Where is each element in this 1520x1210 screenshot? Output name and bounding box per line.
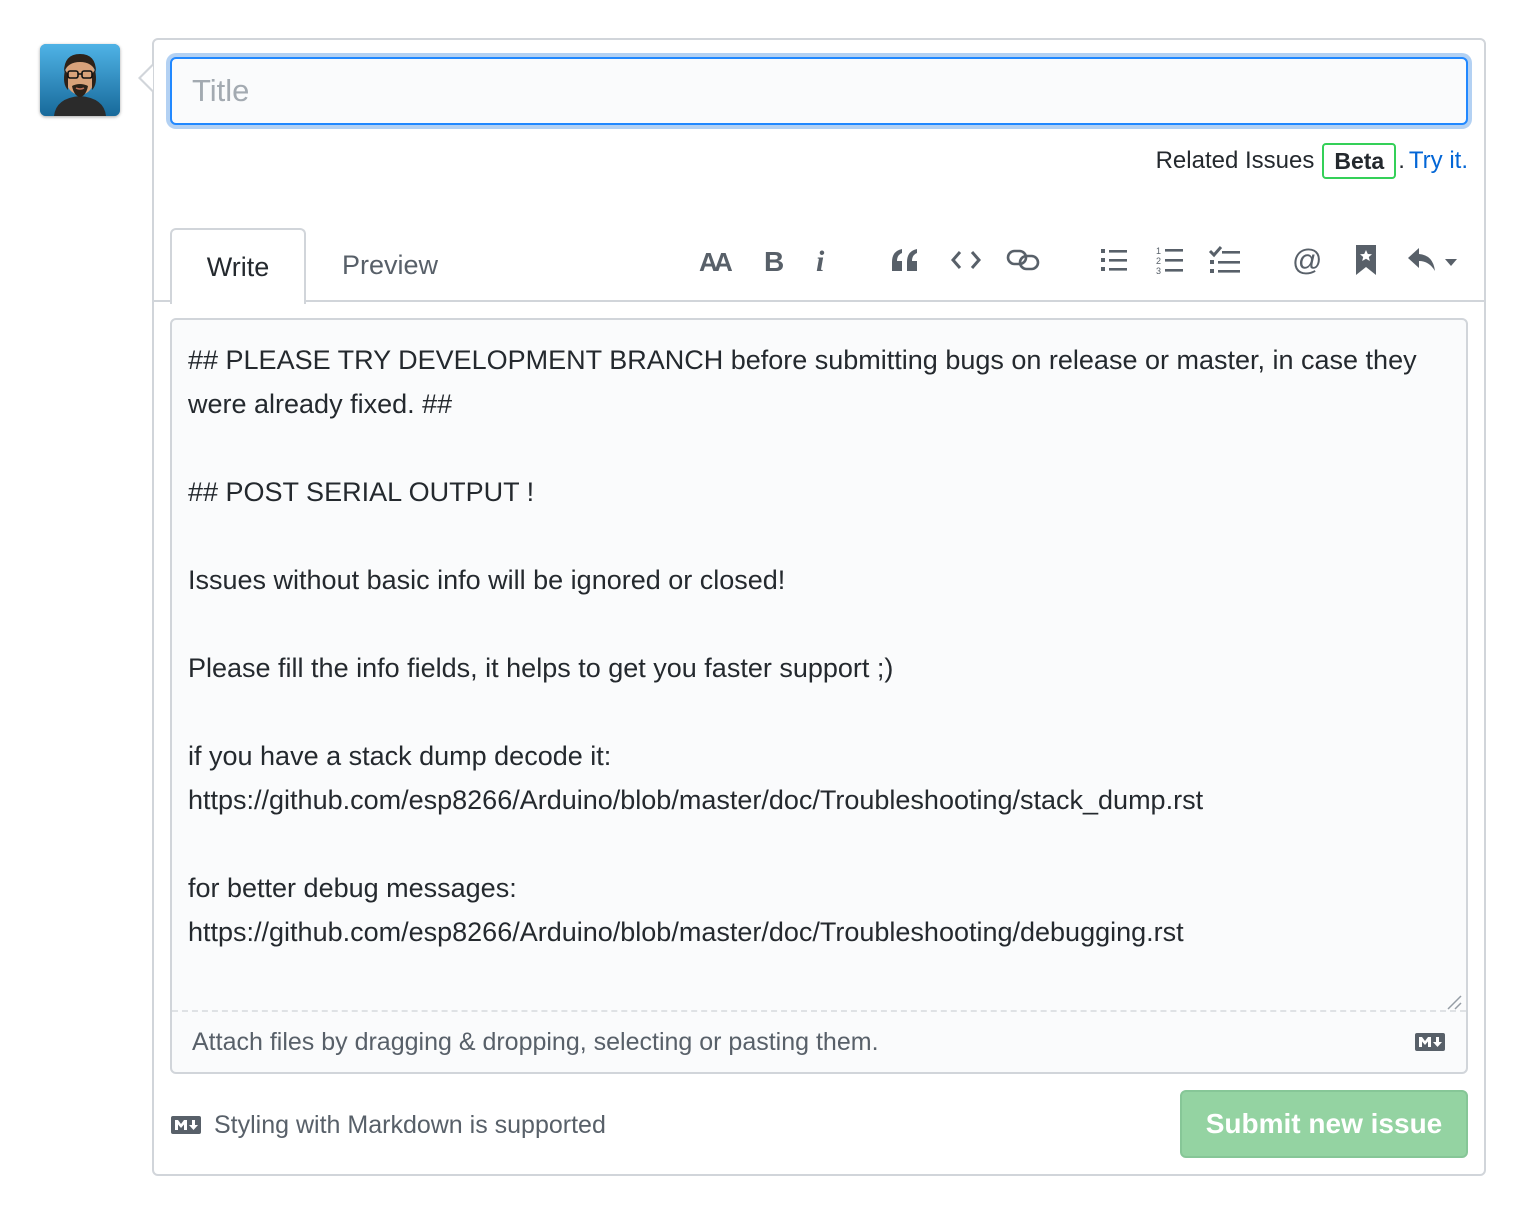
quote-icon[interactable] <box>888 240 922 280</box>
reply-icon[interactable] <box>1404 240 1462 280</box>
svg-text:2: 2 <box>1156 256 1161 266</box>
markdown-icon <box>171 1116 201 1134</box>
link-icon[interactable] <box>1004 240 1042 280</box>
task-list-icon[interactable] <box>1206 240 1244 280</box>
svg-text:3: 3 <box>1156 266 1161 275</box>
markdown-icon[interactable] <box>1414 1030 1446 1059</box>
unordered-list-icon[interactable] <box>1098 240 1130 280</box>
ordered-list-icon[interactable]: 123 <box>1154 240 1186 280</box>
svg-text:A: A <box>714 247 733 275</box>
try-it-link[interactable]: Try it. <box>1409 147 1468 175</box>
related-issues: Related Issues Beta . Try it. <box>1156 142 1468 180</box>
tab-preview[interactable]: Preview <box>324 228 456 302</box>
related-issues-label: Related Issues <box>1155 147 1315 174</box>
markdown-note: Styling with Markdown is supported <box>170 1108 606 1142</box>
italic-icon[interactable]: i <box>810 240 834 280</box>
code-icon[interactable] <box>948 240 984 280</box>
markdown-help-link[interactable]: Styling with Markdown is supported <box>214 1111 606 1140</box>
comment-body-textarea[interactable]: ## PLEASE TRY DEVELOPMENT BRANCH before … <box>188 338 1450 1008</box>
svg-text:B: B <box>764 246 784 275</box>
card-pointer-inner <box>141 66 153 90</box>
svg-text:1: 1 <box>1156 246 1161 256</box>
resize-handle-icon[interactable] <box>1446 994 1462 1010</box>
tab-write[interactable]: Write <box>170 228 306 304</box>
title-input[interactable] <box>170 57 1468 125</box>
svg-text:@: @ <box>1292 244 1322 276</box>
text-size-icon[interactable]: AA <box>696 240 738 280</box>
svg-text:i: i <box>816 245 825 275</box>
bookmark-icon[interactable] <box>1352 240 1380 280</box>
mention-icon[interactable]: @ <box>1290 240 1326 280</box>
bold-icon[interactable]: B <box>760 240 788 280</box>
avatar[interactable] <box>40 44 120 116</box>
attach-files-hint: Attach files by dragging & dropping, sel… <box>192 1027 879 1056</box>
comment-editor[interactable]: ## PLEASE TRY DEVELOPMENT BRANCH before … <box>170 318 1468 1074</box>
submit-new-issue-button[interactable]: Submit new issue <box>1180 1090 1468 1158</box>
related-separator: . <box>1398 147 1405 174</box>
attach-files-bar[interactable]: Attach files by dragging & dropping, sel… <box>172 1010 1466 1072</box>
beta-badge: Beta <box>1322 143 1397 179</box>
